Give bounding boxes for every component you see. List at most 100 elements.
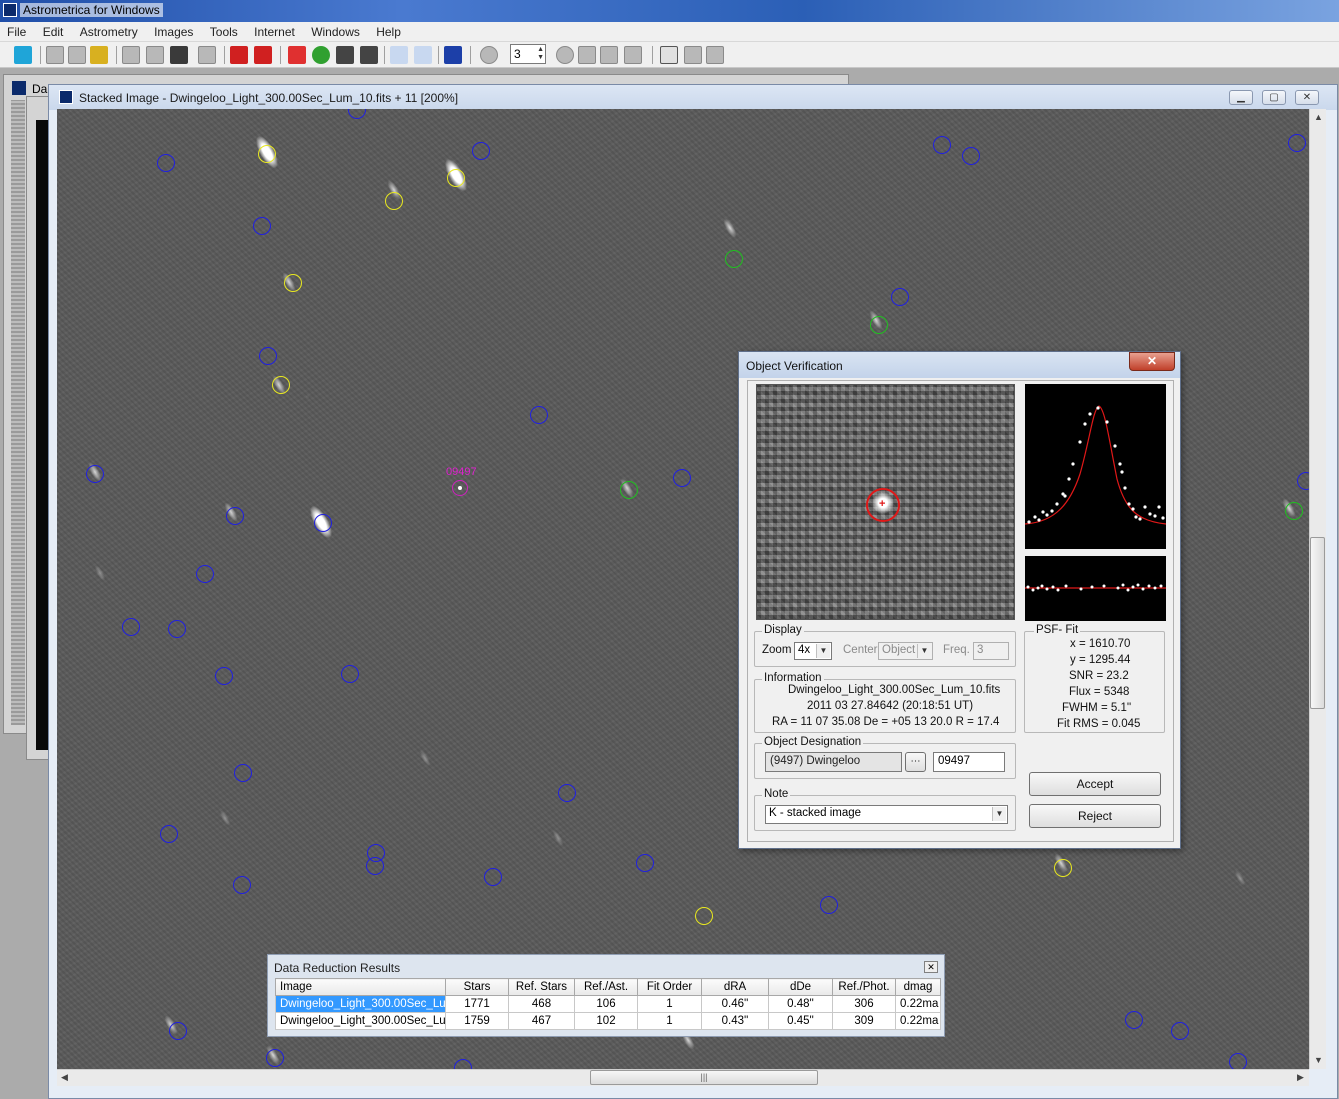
menu-edit[interactable]: Edit <box>36 22 70 39</box>
col-dmag[interactable]: dmag <box>895 978 941 996</box>
reference-star-marker[interactable] <box>233 876 251 894</box>
matched-object-marker[interactable] <box>620 481 638 499</box>
menu-windows[interactable]: Windows <box>304 22 366 39</box>
reference-star-marker[interactable] <box>1125 1011 1143 1029</box>
dialog-titlebar[interactable]: Object Verification ✕ <box>739 352 1180 378</box>
reference-star-marker[interactable] <box>259 347 277 365</box>
zoom-select[interactable]: 4x ▼ <box>794 642 832 660</box>
reference-star-marker[interactable] <box>484 868 502 886</box>
moving-objects-button[interactable] <box>360 46 378 64</box>
note-select[interactable]: K - stacked image ▼ <box>765 805 1008 824</box>
close-button[interactable]: ✕ <box>1295 90 1319 105</box>
reference-star-marker[interactable] <box>169 1022 187 1040</box>
designation-code-field[interactable]: 09497 <box>933 752 1005 772</box>
horizontal-scroll-thumb[interactable]: ||| <box>590 1070 818 1085</box>
flat-field-button[interactable] <box>146 46 164 64</box>
load-images-button[interactable] <box>14 46 32 64</box>
table-row[interactable]: Dwingeloo_Light_300.00Sec_Lum 1771 468 1… <box>275 995 941 1013</box>
reference-star-marker[interactable] <box>341 665 359 683</box>
reject-button[interactable]: Reject <box>1029 804 1161 828</box>
dialog-close-button[interactable]: ✕ <box>1129 352 1175 371</box>
close-all-button[interactable] <box>254 46 272 64</box>
menu-file[interactable]: File <box>0 22 32 39</box>
photometry-star-marker[interactable] <box>258 145 276 163</box>
center-select[interactable]: Object ▼ <box>878 642 933 660</box>
menu-astrometry[interactable]: Astrometry <box>73 22 144 39</box>
step-back-button[interactable] <box>578 46 596 64</box>
reference-star-marker[interactable] <box>1171 1022 1189 1040</box>
col-ref-phot[interactable]: Ref./Phot. <box>832 978 896 996</box>
reference-star-marker[interactable] <box>168 620 186 638</box>
reference-star-marker[interactable] <box>558 784 576 802</box>
photometry-star-marker[interactable] <box>385 192 403 210</box>
photometry-star-marker[interactable] <box>447 169 465 187</box>
record-button[interactable] <box>556 46 574 64</box>
reference-star-marker[interactable] <box>933 136 951 154</box>
col-fit-order[interactable]: Fit Order <box>637 978 702 996</box>
reference-star-marker[interactable] <box>266 1049 284 1067</box>
reference-star-marker[interactable] <box>253 217 271 235</box>
save-button[interactable] <box>90 46 108 64</box>
reference-star-marker[interactable] <box>820 896 838 914</box>
track-button[interactable] <box>480 46 498 64</box>
results-close-icon[interactable]: ✕ <box>924 961 938 973</box>
photometry-star-marker[interactable] <box>695 907 713 925</box>
reference-star-marker[interactable] <box>196 565 214 583</box>
reference-star-marker[interactable] <box>673 469 691 487</box>
matched-object-marker[interactable] <box>725 250 743 268</box>
frame-spinner[interactable]: 3 ▲ ▼ <box>510 44 546 64</box>
photometry-star-marker[interactable] <box>272 376 290 394</box>
scroll-right-arrow-icon[interactable]: ▶ <box>1297 1072 1304 1083</box>
col-ref-stars[interactable]: Ref. Stars <box>508 978 575 996</box>
col-dra[interactable]: dRA <box>701 978 769 996</box>
maximize-button[interactable]: ▢ <box>1262 90 1286 105</box>
reference-star-marker[interactable] <box>530 406 548 424</box>
print-button[interactable] <box>68 46 86 64</box>
reference-star-marker[interactable] <box>234 764 252 782</box>
reference-star-marker[interactable] <box>348 109 366 119</box>
reference-star-marker[interactable] <box>454 1059 472 1069</box>
col-dde[interactable]: dDe <box>768 978 833 996</box>
open-button[interactable] <box>46 46 64 64</box>
reference-star-marker[interactable] <box>1229 1053 1247 1069</box>
accept-button[interactable]: Accept <box>1029 772 1161 796</box>
magnifier-icon[interactable] <box>660 46 678 64</box>
scroll-left-arrow-icon[interactable]: ◀ <box>61 1072 68 1083</box>
stack-button[interactable] <box>444 46 462 64</box>
col-image[interactable]: Image <box>275 978 446 996</box>
menu-help[interactable]: Help <box>369 22 407 39</box>
close-image-button[interactable] <box>230 46 248 64</box>
reference-star-marker[interactable] <box>1297 472 1309 490</box>
settings-button[interactable] <box>170 46 188 64</box>
reference-star-marker[interactable] <box>1288 134 1306 152</box>
reference-star-marker[interactable] <box>314 514 332 532</box>
play-button[interactable] <box>600 46 618 64</box>
reference-star-marker[interactable] <box>86 465 104 483</box>
reference-star-marker[interactable] <box>636 854 654 872</box>
minimize-button[interactable]: ▁ <box>1229 90 1253 105</box>
photometry-star-marker[interactable] <box>1054 859 1072 877</box>
menu-tools[interactable]: Tools <box>203 22 244 39</box>
view-button-2[interactable] <box>706 46 724 64</box>
col-ref-ast[interactable]: Ref./Ast. <box>574 978 638 996</box>
blink-button[interactable] <box>288 46 306 64</box>
document-button[interactable] <box>198 46 216 64</box>
step-forward-button[interactable] <box>624 46 642 64</box>
reference-star-marker[interactable] <box>160 825 178 843</box>
designation-name-field[interactable]: (9497) Dwingeloo <box>765 752 902 772</box>
reference-star-marker[interactable] <box>226 507 244 525</box>
photometry-star-marker[interactable] <box>284 274 302 292</box>
reference-star-marker[interactable] <box>472 142 490 160</box>
col-stars[interactable]: Stars <box>445 978 509 996</box>
designation-lookup-button[interactable]: ⋯ <box>905 752 926 772</box>
matched-object-marker[interactable] <box>1285 502 1303 520</box>
reference-star-marker[interactable] <box>215 667 233 685</box>
menu-internet[interactable]: Internet <box>247 22 301 39</box>
table-row[interactable]: Dwingeloo_Light_300.00Sec_Lum 1759 467 1… <box>275 1012 941 1030</box>
zoom-in-icon[interactable] <box>390 46 408 64</box>
dark-frame-button[interactable] <box>122 46 140 64</box>
reference-star-marker[interactable] <box>122 618 140 636</box>
reference-star-marker[interactable] <box>157 154 175 172</box>
scroll-up-arrow-icon[interactable]: ▲ <box>1314 112 1323 122</box>
reduction-button[interactable] <box>312 46 330 64</box>
